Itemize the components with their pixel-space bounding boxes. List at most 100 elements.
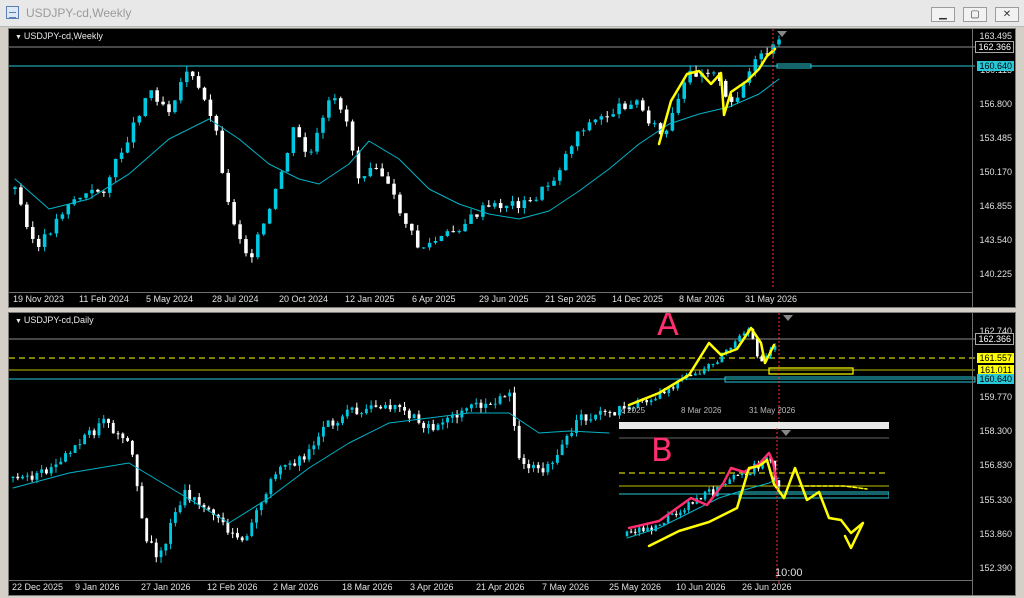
candle-body [716, 362, 719, 364]
candle-body [738, 335, 741, 342]
candle-body [107, 418, 110, 423]
candle-body [433, 240, 438, 243]
candle-body [605, 116, 610, 118]
candle-body [297, 127, 302, 138]
candle-body [691, 502, 694, 504]
candle-body [256, 234, 260, 258]
candle-body [250, 522, 254, 536]
candle-body [202, 87, 207, 100]
candle-body [555, 454, 559, 463]
yellow-level-label: 161.557 [977, 353, 1014, 363]
candle-body [288, 463, 292, 466]
candle-body [40, 469, 44, 473]
candle-body [487, 205, 491, 207]
candle-body [723, 80, 728, 97]
candle-body [30, 227, 35, 239]
candle-body [42, 234, 47, 247]
yellow-trend-drawing [657, 47, 777, 146]
daily-time-axis[interactable]: 22 Dec 2025 9 Jan 2026 27 Jan 2026 12 Fe… [9, 580, 973, 595]
candle-body [190, 71, 195, 77]
candle-body [245, 535, 249, 541]
candle-body [362, 176, 367, 179]
moving-average-line [14, 78, 780, 220]
candle-body [475, 214, 479, 217]
weekly-chart-panel[interactable]: USDJPY-cd,Weekly 163.495 160.115 156.800… [8, 28, 1016, 308]
candle-body [327, 100, 331, 118]
candle-body [703, 491, 707, 500]
candle-body [541, 468, 545, 473]
candle-body [35, 472, 39, 480]
daily-chart-panel[interactable]: USDJPY-cd,Daily 10:00 c 2025 8 Mar 2026 … [8, 312, 1016, 596]
candle-body [73, 445, 77, 453]
candle-body [232, 202, 236, 225]
candle-body [54, 218, 59, 234]
candle-body [493, 403, 497, 405]
candle-body [398, 405, 402, 407]
daily-symbol-label[interactable]: USDJPY-cd,Daily [15, 315, 94, 325]
candle-body [663, 391, 666, 394]
current-price-label: 162.366 [975, 41, 1014, 53]
window-title: USDJPY-cd,Weekly [26, 6, 132, 20]
weekly-price-axis[interactable]: 163.495 160.115 156.800 153.485 150.170 … [972, 29, 1015, 307]
price-tick: 156.830 [979, 460, 1012, 470]
candle-body [527, 463, 531, 469]
inset-moving-average [626, 477, 780, 539]
weekly-time-axis[interactable]: 19 Nov 2023 11 Feb 2024 5 May 2024 28 Ju… [9, 292, 973, 307]
price-tick: 150.170 [979, 167, 1012, 177]
date-tick: 3 Apr 2026 [410, 582, 454, 592]
candle-body [131, 122, 136, 143]
date-tick: 26 Jun 2026 [742, 582, 792, 592]
candle-body [498, 203, 503, 209]
candle-body [551, 462, 555, 464]
candle-body [633, 531, 637, 533]
candle-body [512, 392, 516, 426]
candle-body [431, 424, 435, 431]
candle-body [436, 424, 440, 431]
weekly-candles [9, 29, 975, 287]
candle-body [546, 185, 550, 187]
maximize-button[interactable]: ▢ [963, 7, 987, 22]
candle-body [642, 527, 645, 532]
candle-body [707, 489, 711, 492]
candle-body [589, 419, 593, 421]
candle-body [729, 347, 733, 350]
date-tick: 11 Feb 2024 [79, 294, 129, 304]
date-tick: 9 Jan 2026 [75, 582, 120, 592]
close-button[interactable]: ✕ [995, 7, 1019, 22]
candle-body [682, 82, 687, 99]
candle-body [274, 474, 278, 480]
candle-body [575, 131, 580, 147]
candle-body [231, 532, 235, 534]
candle-body [207, 507, 211, 510]
candle-body [331, 420, 335, 426]
candle-body [510, 201, 515, 206]
candle-body [712, 72, 716, 74]
candle-body [374, 405, 378, 407]
candle-body [244, 239, 248, 254]
mini-date-label: 31 May 2026 [749, 406, 796, 415]
candle-body [427, 424, 430, 429]
minimize-button[interactable]: ▁ [931, 7, 955, 22]
candle-body [355, 407, 359, 415]
candle-body [321, 117, 325, 133]
mini-date-label: c 2025 [621, 406, 646, 415]
mini-date-label: 8 Mar 2026 [681, 406, 722, 415]
date-tick: 14 Dec 2025 [612, 294, 664, 304]
candle-body [638, 527, 641, 533]
candle-body [240, 537, 244, 541]
candle-body [11, 476, 15, 478]
candle-body [558, 170, 562, 181]
candle-body [579, 414, 583, 421]
weekly-symbol-label[interactable]: USDJPY-cd,Weekly [15, 31, 103, 41]
price-tick: 152.390 [979, 563, 1012, 573]
candle-body [593, 119, 598, 123]
daily-price-axis[interactable]: 162.740 159.770 158.300 156.830 155.330 … [972, 313, 1015, 595]
candle-body [155, 90, 159, 102]
candle-body [635, 100, 639, 105]
candle-body [469, 404, 473, 409]
candle-body [102, 418, 106, 424]
candle-body [283, 465, 287, 467]
candle-body [733, 341, 737, 348]
candle-body [508, 392, 512, 397]
candle-body [679, 512, 682, 516]
